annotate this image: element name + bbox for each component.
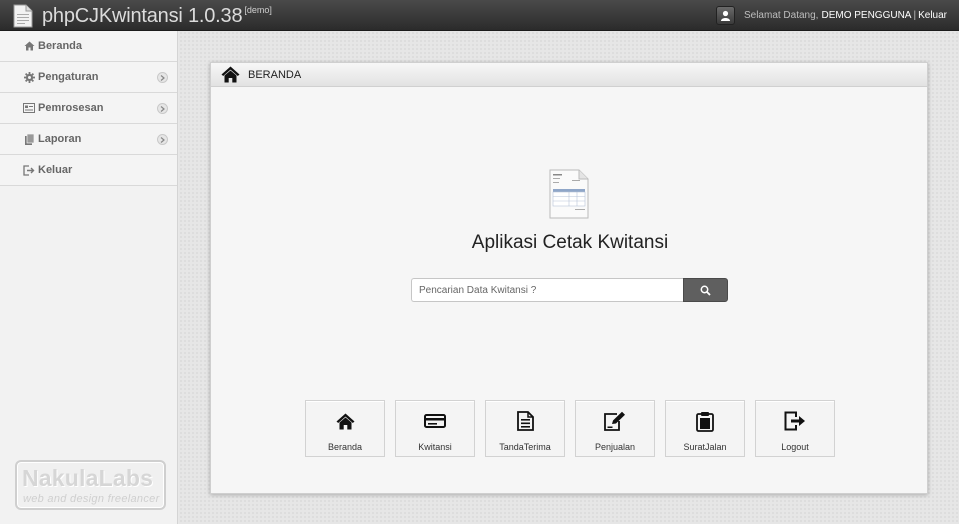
gear-icon (23, 71, 35, 83)
main-content: BERANDA Aplikasi Cetak Kwitansi Pencaria… (179, 31, 959, 524)
logout-link[interactable]: Keluar (918, 10, 947, 21)
report-icon (23, 133, 35, 145)
user-button[interactable] (715, 6, 735, 25)
logo-tagline: web and design freelancer (23, 493, 160, 505)
logo-name: NakulaLabs (22, 465, 154, 491)
sidebar-item-label: Beranda (38, 40, 83, 52)
logout-icon (784, 410, 806, 432)
document-icon (514, 410, 536, 432)
app-title: phpCJKwintansi 1.0.38 (42, 4, 243, 27)
tile-label: Logout (781, 442, 809, 452)
sidebar-item-label: Laporan (38, 133, 82, 145)
chevron-right-icon (157, 72, 168, 83)
sidebar-item-pemrosesan[interactable]: Pemrosesan (0, 93, 177, 124)
tile-label: Beranda (327, 442, 363, 452)
tile-suratjalan[interactable]: SuratJalan (665, 400, 745, 457)
credit-card-icon (424, 410, 446, 432)
chevron-right-icon (157, 103, 168, 114)
sidebar-item-label: Pengaturan (38, 71, 99, 83)
tile-kwitansi[interactable]: Kwitansi (395, 400, 475, 457)
brand[interactable]: phpCJKwintansi 1.0.38 [demo] (13, 3, 272, 29)
search-icon (700, 285, 711, 296)
tile-logout[interactable]: Logout (755, 400, 835, 457)
shortcut-tiles: Beranda Kwitansi TandaTerima Penjualan S… (305, 400, 845, 457)
tile-tandaterima[interactable]: TandaTerima (485, 400, 565, 457)
clipboard-icon (694, 410, 716, 432)
search-input[interactable] (411, 278, 683, 302)
separator: | (913, 10, 917, 21)
sidebar-item-beranda[interactable]: Beranda (0, 31, 177, 62)
search-bar (411, 278, 728, 302)
logout-icon (23, 164, 35, 176)
document-icon (13, 4, 33, 28)
app-heading: Aplikasi Cetak Kwitansi (471, 232, 669, 253)
user-icon (720, 10, 730, 21)
chevron-right-icon (157, 134, 168, 145)
user-area: Selamat Datang, DEMO PENGGUNA | Keluar (715, 0, 947, 31)
tile-beranda[interactable]: Beranda (305, 400, 385, 457)
panel-header: BERANDA (211, 63, 927, 87)
greeting-text: Selamat Datang, (743, 10, 819, 21)
tile-label: Penjualan (594, 442, 636, 452)
search-button[interactable] (683, 278, 728, 302)
tile-penjualan[interactable]: Penjualan (575, 400, 655, 457)
home-icon (23, 40, 35, 52)
tile-label: TandaTerima (499, 442, 551, 452)
sidebar-item-keluar[interactable]: Keluar (0, 155, 177, 186)
panel-title: BERANDA (248, 68, 302, 81)
sidebar-item-label: Pemrosesan (38, 102, 104, 114)
user-name: DEMO PENGGUNA (821, 10, 912, 21)
list-icon (23, 102, 35, 114)
sidebar: Beranda Pengaturan Pemrosesan Laporan Ke… (0, 31, 178, 524)
nakulalabs-logo: NakulaLabs web and design freelancer (15, 460, 166, 510)
home-icon (334, 410, 356, 432)
top-bar: phpCJKwintansi 1.0.38 [demo] Selamat Dat… (0, 0, 959, 31)
tile-label: SuratJalan (683, 442, 727, 452)
edit-icon (604, 410, 626, 432)
tile-label: Kwitansi (418, 442, 452, 452)
invoice-document-icon (549, 169, 589, 219)
app-tag: [demo] (244, 5, 272, 15)
sidebar-item-label: Keluar (38, 164, 73, 176)
home-panel: BERANDA Aplikasi Cetak Kwitansi Pencaria… (210, 62, 928, 494)
home-icon (221, 66, 240, 83)
sidebar-item-pengaturan[interactable]: Pengaturan (0, 62, 177, 93)
sidebar-item-laporan[interactable]: Laporan (0, 124, 177, 155)
